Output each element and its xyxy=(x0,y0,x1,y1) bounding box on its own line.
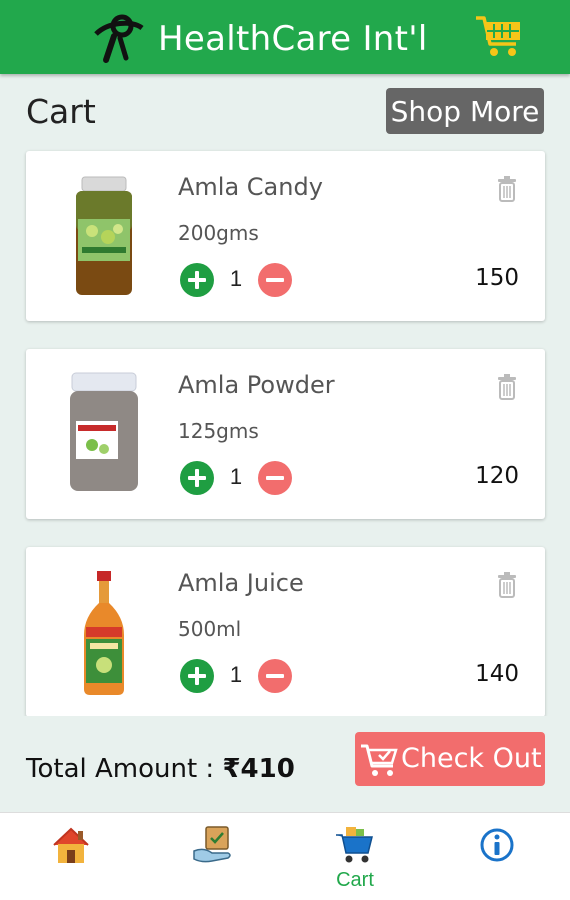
product-image-juice-bottle-icon xyxy=(84,571,124,695)
brand-logo-icon xyxy=(94,14,144,63)
info-icon xyxy=(480,828,514,862)
total-amount-label: Total Amount : ₹410 xyxy=(26,754,295,784)
product-price: 120 xyxy=(475,463,519,489)
nav-item-home[interactable] xyxy=(0,813,142,900)
nav-item-info[interactable] xyxy=(426,813,568,900)
product-image-powder-jar-icon xyxy=(70,372,138,491)
product-name: Amla Powder xyxy=(178,371,335,399)
product-name: Amla Candy xyxy=(178,173,323,201)
app-title: HealthCare Int'l xyxy=(158,19,428,59)
cart-icon xyxy=(336,827,373,863)
trash-icon[interactable] xyxy=(496,373,518,401)
trash-icon[interactable] xyxy=(496,175,518,203)
bottom-navigation: Cart xyxy=(0,812,570,900)
nav-item-offers[interactable] xyxy=(142,813,284,900)
increase-quantity-button[interactable] xyxy=(180,659,214,693)
checkout-button[interactable]: Check Out xyxy=(355,732,545,786)
quantity-value: 1 xyxy=(229,464,243,489)
decrease-quantity-button[interactable] xyxy=(258,659,292,693)
product-name: Amla Juice xyxy=(178,569,304,597)
cart-item-card: Amla Candy 200gms 1 150 xyxy=(26,151,545,321)
total-amount-value: ₹410 xyxy=(222,754,295,784)
offers-icon xyxy=(193,826,231,863)
cart-item-card: Amla Juice 500ml 1 140 xyxy=(26,547,545,717)
page-title: Cart xyxy=(26,92,96,131)
decrease-quantity-button[interactable] xyxy=(258,263,292,297)
decrease-quantity-button[interactable] xyxy=(258,461,292,495)
quantity-value: 1 xyxy=(229,662,243,687)
total-label-text: Total Amount : xyxy=(26,754,223,784)
checkout-label: Check Out xyxy=(401,743,542,774)
cart-icon[interactable] xyxy=(474,12,524,60)
cart-check-icon xyxy=(361,744,398,776)
product-image-candy-jar-icon xyxy=(76,176,132,295)
product-size: 200gms xyxy=(178,221,259,245)
nav-label-cart: Cart xyxy=(336,869,374,891)
product-size: 500ml xyxy=(178,617,242,641)
product-price: 140 xyxy=(475,661,519,687)
increase-quantity-button[interactable] xyxy=(180,461,214,495)
app-bar: HealthCare Int'l xyxy=(0,0,570,74)
product-size: 125gms xyxy=(178,419,259,443)
nav-item-cart[interactable]: Cart xyxy=(284,813,426,900)
quantity-value: 1 xyxy=(229,266,243,291)
product-price: 150 xyxy=(475,265,519,291)
cart-summary: Total Amount : ₹410 Check Out xyxy=(0,716,570,812)
trash-icon[interactable] xyxy=(496,571,518,599)
shop-more-button[interactable]: Shop More xyxy=(386,88,544,134)
cart-item-card: Amla Powder 125gms 1 120 xyxy=(26,349,545,519)
increase-quantity-button[interactable] xyxy=(180,263,214,297)
home-icon xyxy=(53,827,89,863)
cart-header: Cart Shop More xyxy=(0,86,570,140)
